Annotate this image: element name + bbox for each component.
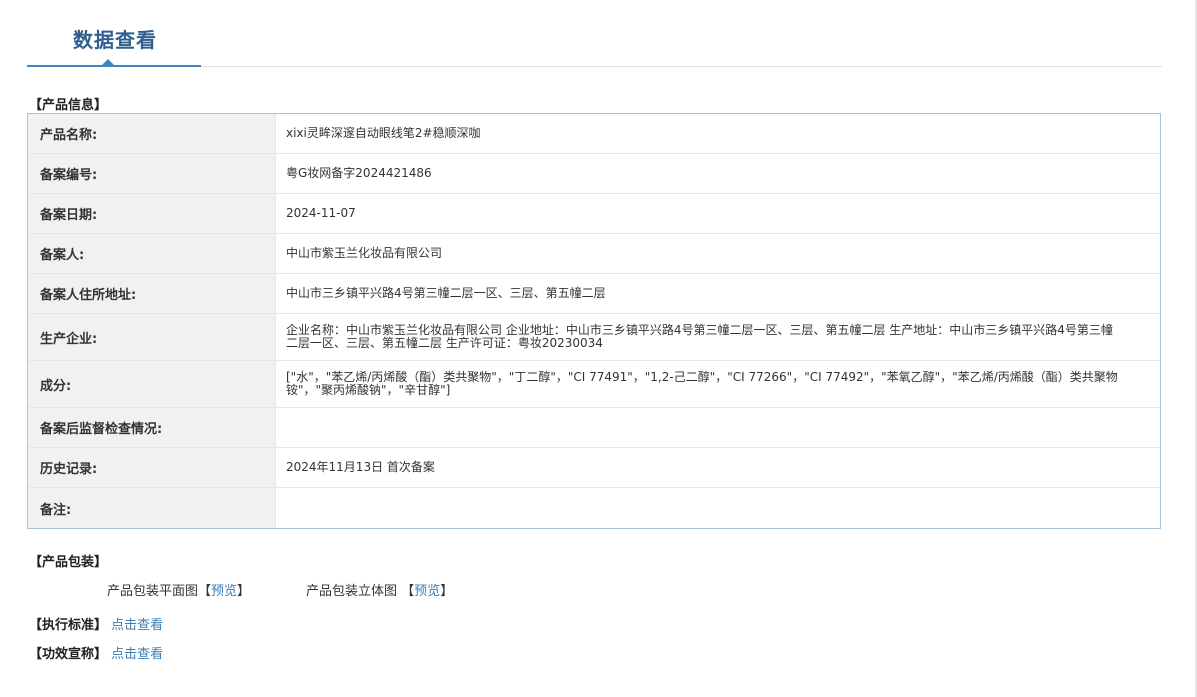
- table-row: 产品名称: xixi灵眸深邃自动眼线笔2#稳顺深咖: [28, 114, 1160, 154]
- row-value: [276, 488, 1160, 528]
- table-row: 备案后监督检查情况:: [28, 408, 1160, 448]
- standard-line: 【执行标准】 点击查看: [29, 614, 163, 633]
- row-value: ["水"，"苯乙烯/丙烯酸（酯）类共聚物"，"丁二醇"，"CI 77491"，"…: [286, 370, 1118, 397]
- table-row: 备注:: [28, 488, 1160, 528]
- row-label: 备案人住所地址:: [28, 274, 276, 313]
- table-row: 成分: ["水"，"苯乙烯/丙烯酸（酯）类共聚物"，"丁二醇"，"CI 7749…: [28, 361, 1160, 408]
- package-flat-label: 产品包装平面图: [107, 584, 199, 599]
- row-value: 2024年11月13日 首次备案: [286, 460, 435, 474]
- active-tab-caret-icon: [102, 59, 114, 65]
- row-value: 粤G妆网备字2024421486: [286, 166, 432, 180]
- package-flat-preview-link[interactable]: 预览: [211, 584, 237, 599]
- row-label: 历史记录:: [28, 448, 276, 487]
- package-flat-view: 产品包装平面图【预览】: [107, 580, 250, 599]
- page-header: 数据查看: [27, 0, 1162, 68]
- row-value: 企业名称：中山市紫玉兰化妆品有限公司 企业地址：中山市三乡镇平兴路4号第三幢二层…: [286, 323, 1113, 350]
- table-row: 备案日期: 2024-11-07: [28, 194, 1160, 234]
- table-row: 备案编号: 粤G妆网备字2024421486: [28, 154, 1160, 194]
- package-solid-view: 产品包装立体图 【预览】: [306, 580, 453, 599]
- bracket-open: 【: [198, 584, 212, 599]
- standard-view-link[interactable]: 点击查看: [111, 618, 163, 633]
- row-label: 生产企业:: [28, 314, 276, 360]
- row-label: 备案后监督检查情况:: [28, 408, 276, 447]
- row-value: 中山市三乡镇平兴路4号第三幢二层一区、三层、第五幢二层: [286, 286, 606, 300]
- table-row: 生产企业: 企业名称：中山市紫玉兰化妆品有限公司 企业地址：中山市三乡镇平兴路4…: [28, 314, 1160, 361]
- bracket-close: 】: [237, 584, 251, 599]
- row-value: [276, 408, 1160, 447]
- efficacy-line: 【功效宣称】 点击查看: [29, 643, 163, 662]
- row-label: 备案编号:: [28, 154, 276, 193]
- package-solid-label: 产品包装立体图: [306, 584, 398, 599]
- row-value: 2024-11-07: [286, 206, 356, 220]
- standard-label: 【执行标准】: [29, 618, 108, 633]
- row-value: 中山市紫玉兰化妆品有限公司: [286, 246, 443, 260]
- product-info-table: 产品名称: xixi灵眸深邃自动眼线笔2#稳顺深咖 备案编号: 粤G妆网备字20…: [27, 113, 1161, 529]
- bracket-close: 】: [440, 584, 454, 599]
- active-tab-underline: [27, 65, 201, 67]
- efficacy-label: 【功效宣称】: [29, 647, 108, 662]
- packaging-section-title: 【产品包装】: [29, 555, 108, 570]
- page: 数据查看 【产品信息】 产品名称: xixi灵眸深邃自动眼线笔2#稳顺深咖 备案…: [0, 0, 1197, 697]
- table-row: 历史记录: 2024年11月13日 首次备案: [28, 448, 1160, 488]
- table-row: 备案人: 中山市紫玉兰化妆品有限公司: [28, 234, 1160, 274]
- row-label: 备注:: [28, 488, 276, 528]
- package-solid-preview-link[interactable]: 预览: [414, 584, 440, 599]
- row-label: 备案人:: [28, 234, 276, 273]
- table-row: 备案人住所地址: 中山市三乡镇平兴路4号第三幢二层一区、三层、第五幢二层: [28, 274, 1160, 314]
- row-label: 产品名称:: [28, 114, 276, 153]
- row-label: 备案日期:: [28, 194, 276, 233]
- row-value: xixi灵眸深邃自动眼线笔2#稳顺深咖: [286, 126, 481, 140]
- row-label: 成分:: [28, 361, 276, 407]
- page-title: 数据查看: [73, 28, 157, 52]
- bracket-open: 【: [401, 584, 415, 599]
- product-info-section-title: 【产品信息】: [29, 98, 108, 113]
- efficacy-view-link[interactable]: 点击查看: [111, 647, 163, 662]
